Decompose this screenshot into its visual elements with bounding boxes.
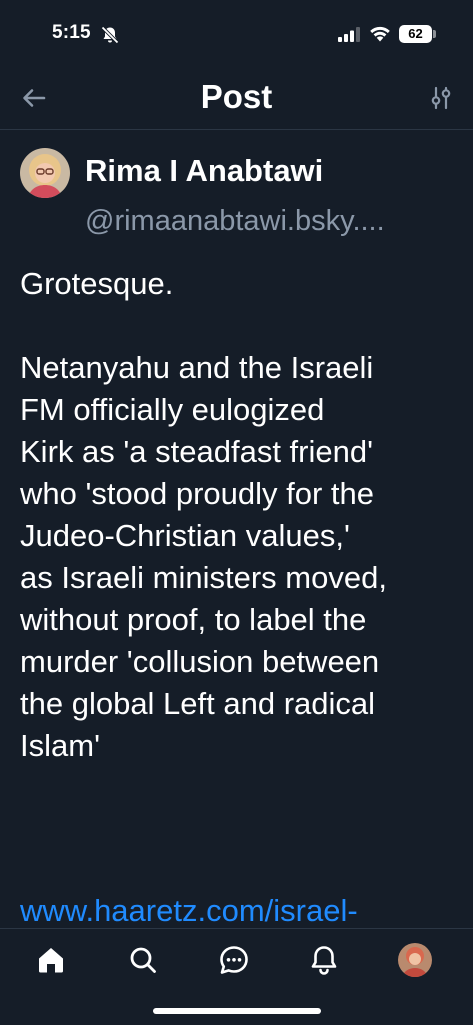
post-text-body: Netanyahu and the Israeli FM officially … bbox=[20, 350, 387, 763]
sliders-icon bbox=[431, 86, 451, 110]
bell-icon bbox=[311, 946, 337, 975]
post-link[interactable]: www.haaretz.com/israel- bbox=[20, 890, 358, 932]
wifi-icon bbox=[370, 26, 390, 42]
tab-notifications[interactable] bbox=[307, 943, 341, 977]
home-indicator[interactable] bbox=[153, 1008, 321, 1014]
profile-avatar bbox=[398, 943, 432, 977]
author-name[interactable]: Rima I Anabtawi bbox=[85, 153, 323, 189]
cellular-signal-icon bbox=[338, 27, 360, 42]
tab-profile[interactable] bbox=[398, 943, 432, 977]
paragraph-spacer bbox=[20, 305, 461, 347]
bell-muted-icon bbox=[101, 26, 119, 44]
battery-icon: 62 bbox=[399, 25, 432, 43]
author-handle[interactable]: @rimaanabtawi.bsky.... bbox=[85, 205, 385, 238]
post-text-intro: Grotesque. bbox=[20, 266, 174, 301]
tab-chat[interactable] bbox=[217, 943, 251, 977]
page-title: Post bbox=[200, 78, 273, 115]
post-body: Grotesque. Netanyahu and the Israeli FM … bbox=[20, 263, 461, 767]
tab-search[interactable] bbox=[126, 943, 160, 977]
status-time: 5:15 bbox=[52, 22, 91, 43]
battery-tip bbox=[433, 30, 436, 38]
search-icon bbox=[130, 947, 156, 973]
thread-settings-button[interactable] bbox=[427, 84, 455, 112]
chat-icon bbox=[220, 946, 248, 974]
tab-home[interactable] bbox=[34, 943, 68, 977]
author-avatar[interactable] bbox=[20, 148, 70, 198]
post-author: Rima I Anabtawi @rimaanabtawi.bsky.... bbox=[20, 145, 453, 245]
author-avatar-image bbox=[20, 148, 70, 198]
post-header: Post bbox=[0, 64, 473, 130]
home-icon bbox=[39, 948, 63, 973]
status-bar: 5:15 62 bbox=[0, 0, 473, 64]
